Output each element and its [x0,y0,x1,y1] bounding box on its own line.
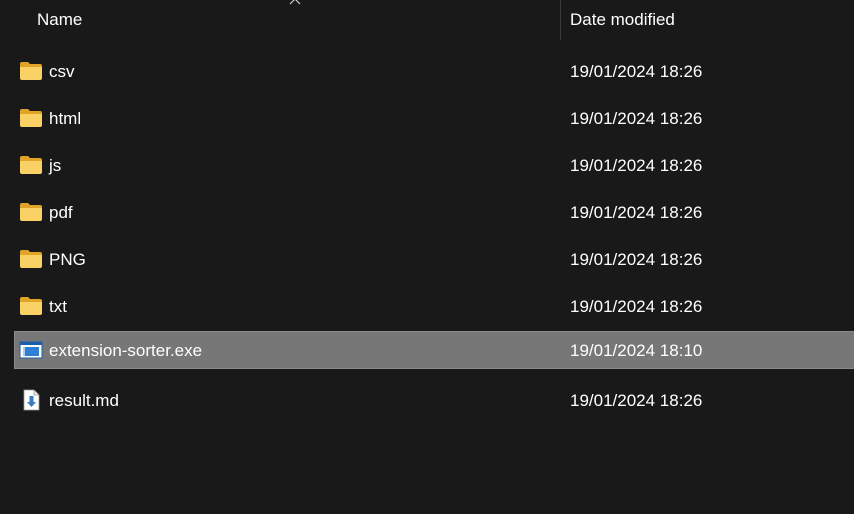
column-header-name-label: Name [37,10,83,29]
folder-icon [20,250,42,268]
folder-icon [20,297,42,315]
file-row[interactable]: result.md 19/01/2024 18:26 [0,377,854,424]
file-name: csv [49,62,75,81]
file-name: PNG [49,250,86,269]
column-header-bar: Name Date modified [0,0,854,40]
file-row[interactable]: csv 19/01/2024 18:26 [0,48,854,95]
folder-icon [20,109,42,127]
file-row-selected[interactable]: extension-sorter.exe 19/01/2024 18:10 [0,330,854,377]
file-date: 19/01/2024 18:26 [570,156,703,175]
file-name: txt [49,297,67,316]
file-date: 19/01/2024 18:26 [570,297,703,316]
file-date: 19/01/2024 18:26 [570,62,703,81]
file-date: 19/01/2024 18:26 [570,109,703,128]
file-row[interactable]: pdf 19/01/2024 18:26 [0,189,854,236]
file-name: html [49,109,82,128]
file-name: extension-sorter.exe [49,341,203,360]
file-list: csv 19/01/2024 18:26 html 19/01/2024 18:… [0,48,854,424]
file-date: 19/01/2024 18:26 [570,250,703,269]
folder-icon [20,156,42,174]
file-date: 19/01/2024 18:26 [570,203,703,222]
markdown-file-icon [23,389,40,411]
file-row[interactable]: txt 19/01/2024 18:26 [0,283,854,330]
file-date: 19/01/2024 18:10 [570,341,703,360]
column-header-name[interactable]: Name [0,0,560,40]
file-name: js [49,156,62,175]
file-row[interactable]: html 19/01/2024 18:26 [0,95,854,142]
column-header-date-label: Date modified [570,10,675,29]
folder-icon [20,62,42,80]
file-explorer-details-view: Name Date modified csv 19/01/2024 18:26 … [0,0,854,514]
file-row[interactable]: js 19/01/2024 18:26 [0,142,854,189]
file-name: result.md [49,391,119,410]
file-date: 19/01/2024 18:26 [570,391,703,410]
file-row[interactable]: PNG 19/01/2024 18:26 [0,236,854,283]
file-name: pdf [49,203,73,222]
executable-icon [19,341,43,359]
folder-icon [20,203,42,221]
column-header-date-modified[interactable]: Date modified [561,0,854,40]
